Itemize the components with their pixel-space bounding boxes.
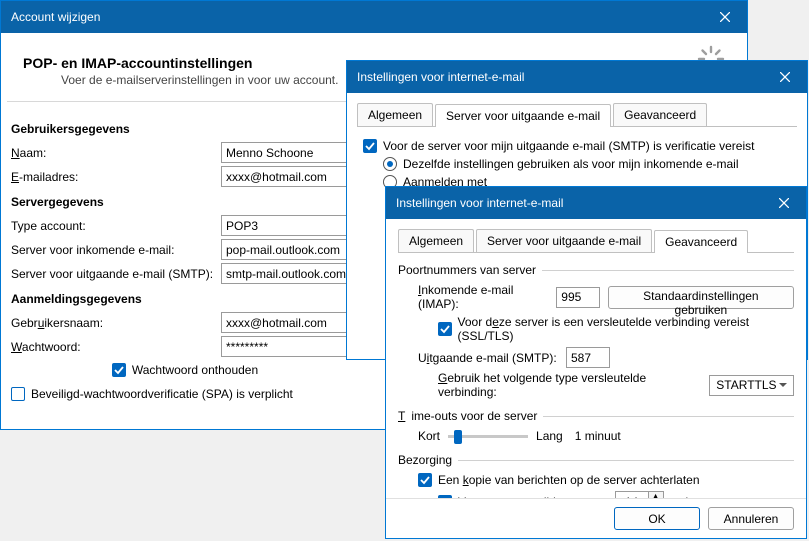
window-title: Account wijzigen: [11, 10, 702, 24]
smtp-auth-checkbox[interactable]: [363, 139, 377, 153]
ssl-required-checkbox[interactable]: [438, 322, 452, 336]
remove-after-checkbox[interactable]: [438, 495, 452, 499]
timeout-value: 1 minuut: [575, 429, 621, 443]
timeout-long-label: Lang: [536, 429, 563, 443]
group-delivery: Bezorging: [398, 453, 458, 467]
label-password: Wachtwoord:: [11, 340, 221, 354]
same-settings-radio[interactable]: [383, 157, 397, 171]
tab-advanced[interactable]: Geavanceerd: [613, 103, 707, 126]
password-field[interactable]: [221, 336, 353, 357]
spa-checkbox[interactable]: [11, 387, 25, 401]
outgoing-port-label: Uitgaande e-mail (SMTP):: [418, 351, 566, 365]
days-unit: dagen: [682, 495, 715, 499]
spin-up-icon[interactable]: ▲: [649, 492, 663, 498]
type-field: [221, 215, 353, 236]
window-title: Instellingen voor internet-e-mail: [357, 70, 762, 84]
close-icon[interactable]: [761, 187, 806, 219]
incoming-field[interactable]: [221, 239, 353, 260]
tab-outgoing[interactable]: Server voor uitgaande e-mail: [476, 229, 652, 252]
group-timeouts: Time-outs voor de server: [398, 409, 543, 423]
label-username: Gebruikersnaam:: [11, 316, 221, 330]
timeout-short-label: Kort: [418, 429, 440, 443]
group-ports: Poortnummers van server: [398, 263, 542, 277]
close-icon[interactable]: [702, 1, 747, 33]
close-icon[interactable]: [762, 61, 807, 93]
same-settings-label: Dezelfde instellingen gebruiken als voor…: [403, 157, 739, 171]
ok-button[interactable]: OK: [614, 507, 700, 530]
ssl-required-label: Voor deze server is een versleutelde ver…: [458, 315, 794, 343]
label-incoming: Server voor inkomende e-mail:: [11, 243, 221, 257]
outgoing-port-field[interactable]: [566, 347, 610, 368]
remember-password-label: Wachtwoord onthouden: [132, 363, 258, 377]
days-field[interactable]: [615, 491, 649, 498]
encryption-label: Gebruik het volgende type versleutelde v…: [438, 371, 701, 399]
leave-copy-label: Een kopie van berichten op de server ach…: [438, 473, 700, 487]
outgoing-field[interactable]: [221, 263, 353, 284]
encryption-select[interactable]: STARTTLS: [709, 375, 794, 396]
label-name: Naam:: [11, 146, 221, 160]
defaults-button[interactable]: Standaardinstellingen gebruiken: [608, 286, 794, 309]
timeout-slider[interactable]: [448, 435, 528, 438]
label-outgoing: Server voor uitgaande e-mail (SMTP):: [11, 267, 221, 281]
label-type: Type account:: [11, 219, 221, 233]
tab-general[interactable]: Algemeen: [357, 103, 433, 126]
window-title: Instellingen voor internet-e-mail: [396, 196, 761, 210]
smtp-auth-label: Voor de server voor mijn uitgaande e-mai…: [383, 139, 754, 153]
spa-label: Beveiligd-wachtwoordverificatie (SPA) is…: [31, 387, 293, 401]
leave-copy-checkbox[interactable]: [418, 473, 432, 487]
cancel-button[interactable]: Annuleren: [708, 507, 794, 530]
remember-password-checkbox[interactable]: [112, 363, 126, 377]
tab-outgoing[interactable]: Server voor uitgaande e-mail: [435, 104, 611, 127]
username-field[interactable]: [221, 312, 353, 333]
days-spinner[interactable]: ▲▼: [615, 491, 664, 498]
remove-after-label: Van server verwijderen na: [458, 495, 597, 499]
name-field[interactable]: [221, 142, 353, 163]
tab-advanced[interactable]: Geavanceerd: [654, 230, 748, 253]
label-email: E-mailadres:: [11, 170, 221, 184]
incoming-port-label: Inkomende e-mail (IMAP):: [418, 283, 556, 311]
email-field[interactable]: [221, 166, 353, 187]
tab-general[interactable]: Algemeen: [398, 229, 474, 252]
incoming-port-field[interactable]: [556, 287, 600, 308]
